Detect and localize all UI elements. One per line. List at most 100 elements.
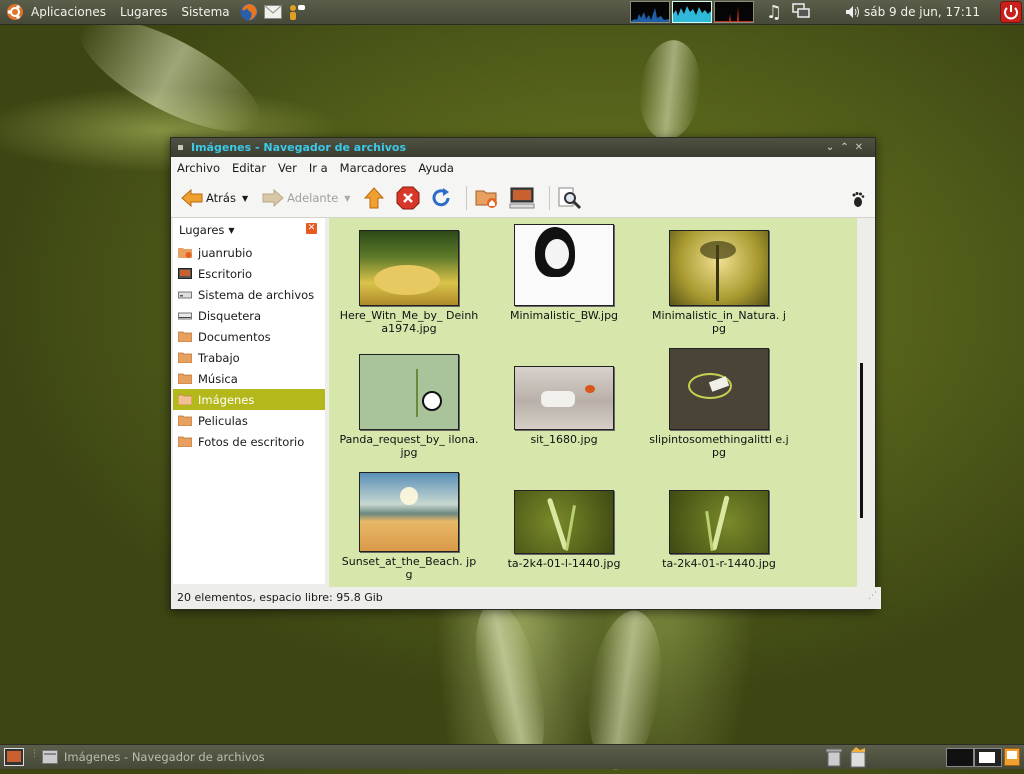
computer-button[interactable] bbox=[509, 187, 535, 209]
network-monitor-graph[interactable] bbox=[714, 1, 754, 23]
scrollbar[interactable] bbox=[860, 363, 863, 518]
taskbar-button-file-browser[interactable]: Imágenes - Navegador de archivos bbox=[42, 747, 265, 767]
menu-editar[interactable]: Editar bbox=[232, 161, 266, 175]
close-icon[interactable]: ✕ bbox=[855, 142, 869, 153]
search-button[interactable] bbox=[558, 186, 582, 210]
bottom-panel: ⋮ Imágenes - Navegador de archivos bbox=[0, 744, 1024, 769]
back-history-dropdown-icon[interactable]: ▼ bbox=[242, 194, 248, 203]
sidebar-item-label: Peliculas bbox=[198, 413, 248, 428]
throbber-footprint-icon bbox=[851, 191, 865, 210]
toolbar: Atrás ▼ Adelante ▼ bbox=[171, 179, 875, 218]
sidebar-item-documentos[interactable]: Documentos bbox=[173, 326, 325, 347]
menu-archivo[interactable]: Archivo bbox=[177, 161, 220, 175]
menu-aplicaciones[interactable]: Aplicaciones bbox=[24, 0, 113, 24]
up-button[interactable] bbox=[364, 187, 385, 209]
image-thumbnail bbox=[514, 366, 614, 430]
file-item[interactable]: Here_Witn_Me_by_ Deinha1974.jpg bbox=[339, 230, 479, 335]
back-label: Atrás bbox=[206, 191, 236, 205]
forward-button[interactable]: Adelante bbox=[262, 189, 338, 207]
back-button[interactable]: Atrás bbox=[181, 189, 236, 207]
forward-history-dropdown-icon[interactable]: ▼ bbox=[344, 194, 350, 203]
menu-marcadores[interactable]: Marcadores bbox=[340, 161, 407, 175]
menu-sistema[interactable]: Sistema bbox=[174, 0, 236, 24]
file-name: Sunset_at_the_Beach. jpg bbox=[341, 555, 477, 581]
resize-grip-icon[interactable]: ⋰ bbox=[868, 585, 877, 607]
sidebar-item-label: Sistema de archivos bbox=[198, 287, 315, 302]
drive-icon bbox=[178, 291, 192, 299]
sidebar-dropdown-icon[interactable]: ▼ bbox=[228, 226, 234, 235]
workspace-switcher[interactable] bbox=[946, 748, 1002, 767]
window-titlebar[interactable]: Imágenes - Navegador de archivos ⌄⌃✕ bbox=[171, 138, 875, 157]
folder-icon bbox=[178, 415, 192, 426]
stop-button[interactable] bbox=[396, 186, 420, 210]
file-icon-view[interactable]: Here_Witn_Me_by_ Deinha1974.jpg Minimali… bbox=[329, 218, 857, 588]
sidebar-item-peliculas[interactable]: Peliculas bbox=[173, 410, 325, 431]
cpu-monitor-graph[interactable] bbox=[630, 1, 670, 23]
file-name: ta-2k4-01-r-1440.jpg bbox=[662, 557, 776, 570]
sidebar-header[interactable]: Lugares ▼ ✕ bbox=[173, 218, 325, 242]
folder-icon bbox=[178, 352, 192, 363]
menu-ir-a[interactable]: Ir a bbox=[309, 161, 328, 175]
sidebar-item-label: Trabajo bbox=[198, 350, 240, 365]
menu-lugares[interactable]: Lugares bbox=[113, 0, 174, 24]
image-thumbnail bbox=[359, 472, 459, 552]
sidebar-item-disquetera[interactable]: Disquetera bbox=[173, 305, 325, 326]
image-thumbnail bbox=[514, 224, 614, 306]
home-folder-icon bbox=[178, 248, 192, 258]
workspace-2[interactable] bbox=[974, 748, 1002, 767]
file-manager-icon bbox=[42, 750, 58, 764]
memory-monitor-graph[interactable] bbox=[672, 1, 712, 23]
reload-button[interactable] bbox=[430, 187, 452, 209]
sidebar-close-icon[interactable]: ✕ bbox=[306, 223, 317, 234]
sidebar-item-escritorio[interactable]: Escritorio bbox=[173, 263, 325, 284]
computer-icon bbox=[509, 187, 535, 209]
home-button[interactable] bbox=[475, 187, 499, 209]
minimize-icon[interactable]: ⌄ bbox=[826, 142, 840, 153]
image-thumbnail bbox=[514, 490, 614, 554]
file-item[interactable]: ta-2k4-01-r-1440.jpg bbox=[649, 490, 789, 571]
sidebar-item-fotos-de-escritorio[interactable]: Fotos de escritorio bbox=[173, 431, 325, 452]
ubuntu-logo-icon[interactable] bbox=[6, 3, 24, 21]
volume-icon[interactable] bbox=[845, 0, 861, 24]
menubar: Archivo Editar Ver Ir a Marcadores Ayuda bbox=[171, 157, 875, 179]
clock[interactable]: sáb 9 de jun, 17:11 bbox=[864, 0, 980, 24]
file-item[interactable]: ta-2k4-01-l-1440.jpg bbox=[494, 490, 634, 571]
workspace-1[interactable] bbox=[946, 748, 974, 767]
sidebar-item-juanrubio[interactable]: juanrubio bbox=[173, 242, 325, 263]
file-item[interactable]: Panda_request_by_ ilona.jpg bbox=[339, 354, 479, 459]
window-menu-icon[interactable] bbox=[178, 145, 183, 150]
file-item[interactable]: Minimalistic_BW.jpg bbox=[494, 224, 634, 323]
music-note-icon[interactable]: ♫ bbox=[766, 2, 782, 23]
folder-icon bbox=[178, 373, 192, 384]
menu-ayuda[interactable]: Ayuda bbox=[418, 161, 454, 175]
show-desktop-orange-icon[interactable] bbox=[1004, 748, 1020, 769]
trash-icon[interactable] bbox=[825, 747, 843, 770]
menu-ver[interactable]: Ver bbox=[278, 161, 297, 175]
power-button-icon[interactable] bbox=[1000, 0, 1022, 24]
file-item[interactable]: slipintosomethingalittl e.jpg bbox=[649, 348, 789, 459]
folder-icon bbox=[178, 331, 192, 342]
sidebar-item-musica[interactable]: Música bbox=[173, 368, 325, 389]
panel-handle-icon[interactable]: ⋮ bbox=[30, 749, 39, 759]
network-screens-icon[interactable] bbox=[792, 2, 810, 22]
sidebar-item-sistema-de-archivos[interactable]: Sistema de archivos bbox=[173, 284, 325, 305]
sidebar-item-imagenes[interactable]: Imágenes bbox=[173, 389, 325, 410]
trash-full-icon[interactable] bbox=[848, 746, 868, 771]
back-arrow-icon bbox=[181, 189, 203, 207]
firefox-icon[interactable] bbox=[239, 2, 259, 22]
sidebar-item-trabajo[interactable]: Trabajo bbox=[173, 347, 325, 368]
file-name: Panda_request_by_ ilona.jpg bbox=[339, 433, 479, 459]
maximize-icon[interactable]: ⌃ bbox=[840, 142, 854, 153]
messenger-icon[interactable] bbox=[287, 2, 307, 22]
file-item[interactable]: sit_1680.jpg bbox=[494, 366, 634, 447]
mail-icon[interactable] bbox=[263, 2, 283, 22]
sidebar-item-label: juanrubio bbox=[198, 245, 253, 260]
file-name: slipintosomethingalittl e.jpg bbox=[649, 433, 789, 459]
status-text: 20 elementos, espacio libre: 95.8 Gib bbox=[177, 591, 383, 604]
image-thumbnail bbox=[669, 490, 769, 554]
show-desktop-icon[interactable] bbox=[4, 748, 24, 769]
file-item[interactable]: Sunset_at_the_Beach. jpg bbox=[339, 472, 479, 581]
sidebar-item-label: Disquetera bbox=[198, 308, 262, 323]
folder-icon bbox=[178, 436, 192, 447]
file-item[interactable]: Minimalistic_in_Natura. jpg bbox=[649, 230, 789, 335]
